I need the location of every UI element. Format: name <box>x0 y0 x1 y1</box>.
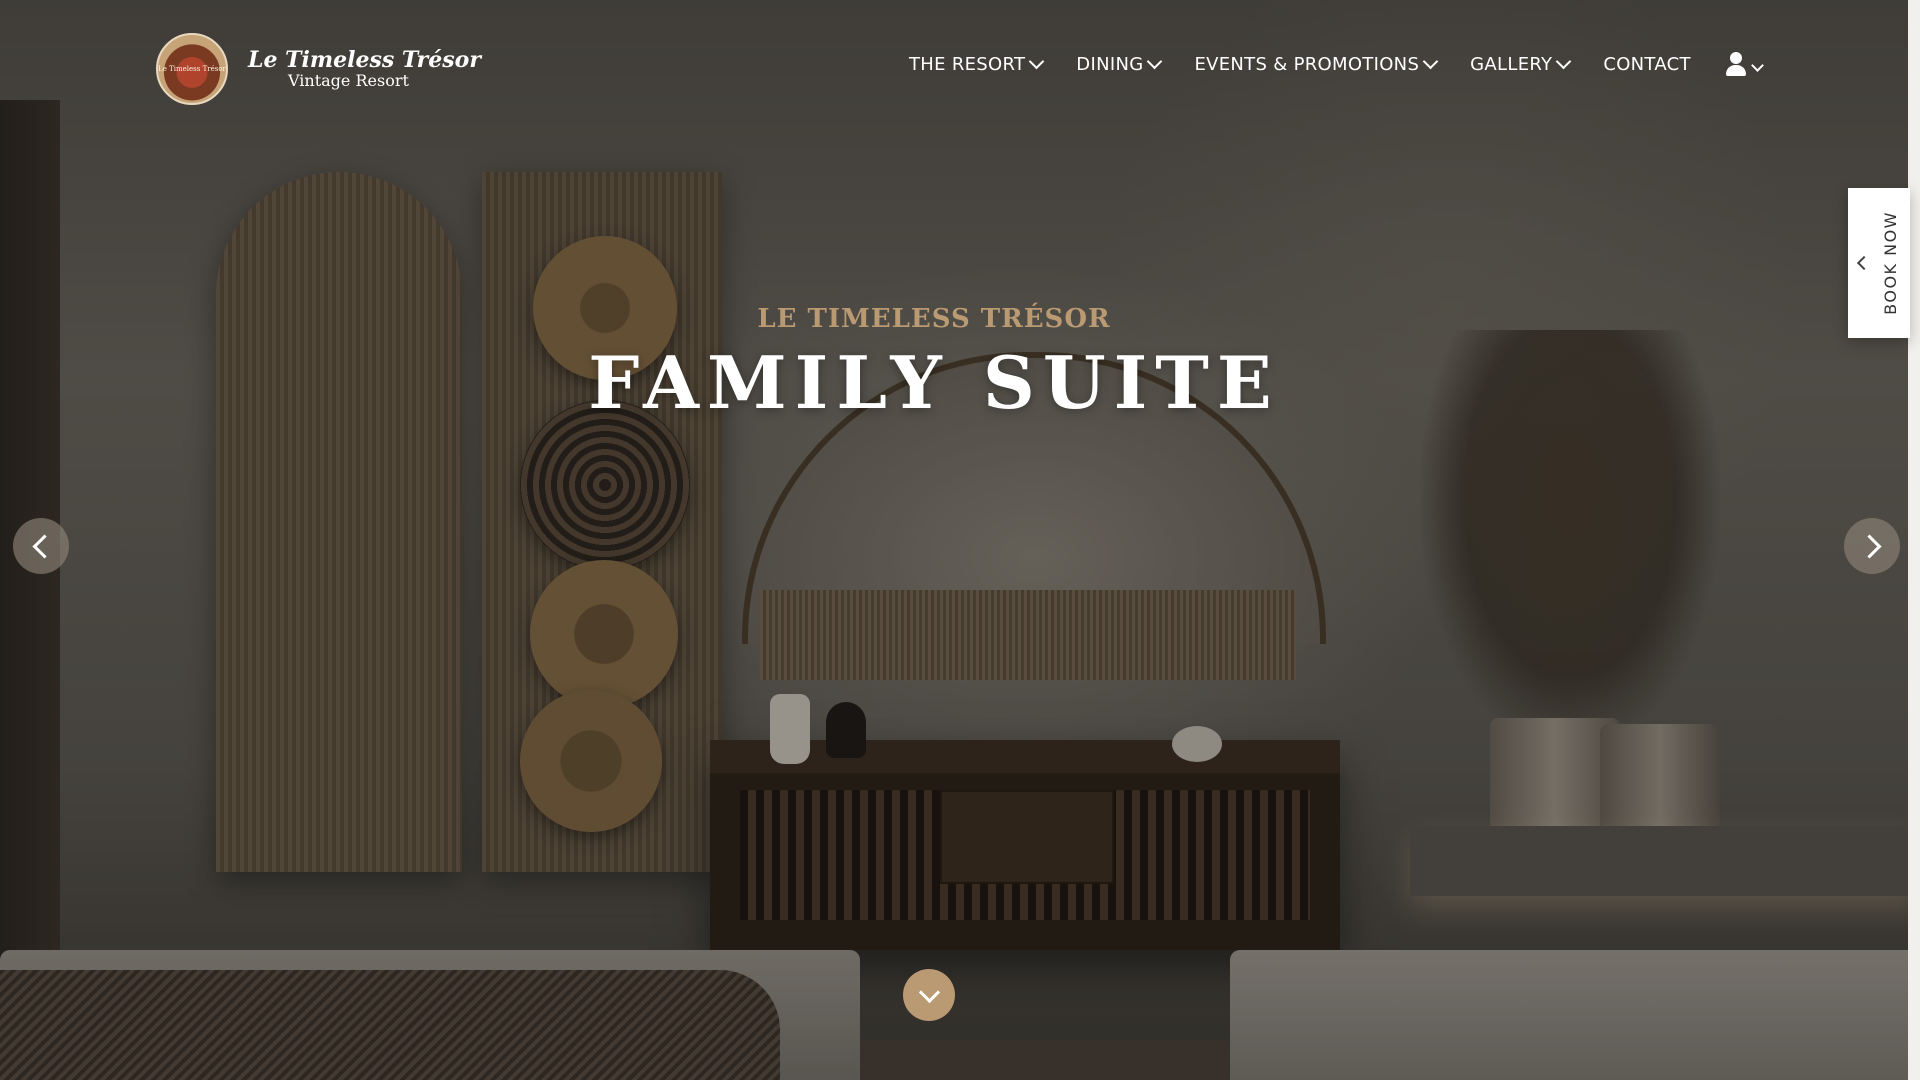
main-nav: THE RESORT DINING EVENTS & PROMOTIONS GA… <box>909 52 1764 76</box>
nav-item-label: DINING <box>1076 53 1144 75</box>
chevron-down-icon <box>918 981 940 1003</box>
nav-item-dining[interactable]: DINING <box>1076 53 1163 75</box>
book-now-label: BOOK NOW <box>1880 211 1900 315</box>
hero-background <box>0 0 1920 1080</box>
site-header: Le Timeless Trésor Le Timeless Trésor Vi… <box>0 0 1920 120</box>
chevron-right-icon <box>1856 533 1882 559</box>
chevron-down-icon <box>1147 53 1163 69</box>
chevron-down-icon <box>1556 53 1572 69</box>
logo-emblem-text: Le Timeless Trésor <box>158 65 226 73</box>
site-logo[interactable]: Le Timeless Trésor Le Timeless Trésor Vi… <box>156 33 481 105</box>
user-menu[interactable] <box>1725 52 1764 76</box>
chevron-left-icon <box>1856 255 1871 271</box>
hero-eyebrow: LE TIMELESS TRÉSOR <box>757 304 1111 334</box>
nav-item-the-resort[interactable]: THE RESORT <box>909 53 1045 75</box>
nav-item-label: THE RESORT <box>909 53 1026 75</box>
scroll-down-button[interactable] <box>903 969 955 1021</box>
nav-item-contact[interactable]: CONTACT <box>1603 54 1690 75</box>
chevron-left-icon <box>31 533 57 559</box>
slider-next-button[interactable] <box>1844 518 1900 574</box>
nav-item-gallery[interactable]: GALLERY <box>1470 53 1572 75</box>
chevron-down-icon <box>1422 53 1439 69</box>
page-edge <box>1908 0 1920 1080</box>
book-now-tab[interactable]: BOOK NOW <box>1848 188 1910 338</box>
logo-emblem: Le Timeless Trésor <box>156 33 228 105</box>
logo-name: Le Timeless Trésor <box>248 47 481 73</box>
nav-item-label: GALLERY <box>1470 53 1553 75</box>
user-icon <box>1725 52 1747 76</box>
chevron-down-icon <box>1029 53 1045 69</box>
nav-item-label: EVENTS & PROMOTIONS <box>1194 53 1420 75</box>
nav-item-events-promotions[interactable]: EVENTS & PROMOTIONS <box>1194 53 1439 75</box>
logo-subtitle: Vintage Resort <box>288 71 409 90</box>
image-overlay <box>0 0 1920 1080</box>
slider-prev-button[interactable] <box>13 518 69 574</box>
hero-title: FAMILY SUITE <box>588 340 1280 425</box>
logo-wordmark: Le Timeless Trésor Vintage Resort <box>248 49 481 89</box>
hero-heading: LE TIMELESS TRÉSOR FAMILY SUITE <box>0 304 1868 425</box>
nav-item-label: CONTACT <box>1603 53 1691 75</box>
chevron-down-icon <box>1750 59 1764 72</box>
